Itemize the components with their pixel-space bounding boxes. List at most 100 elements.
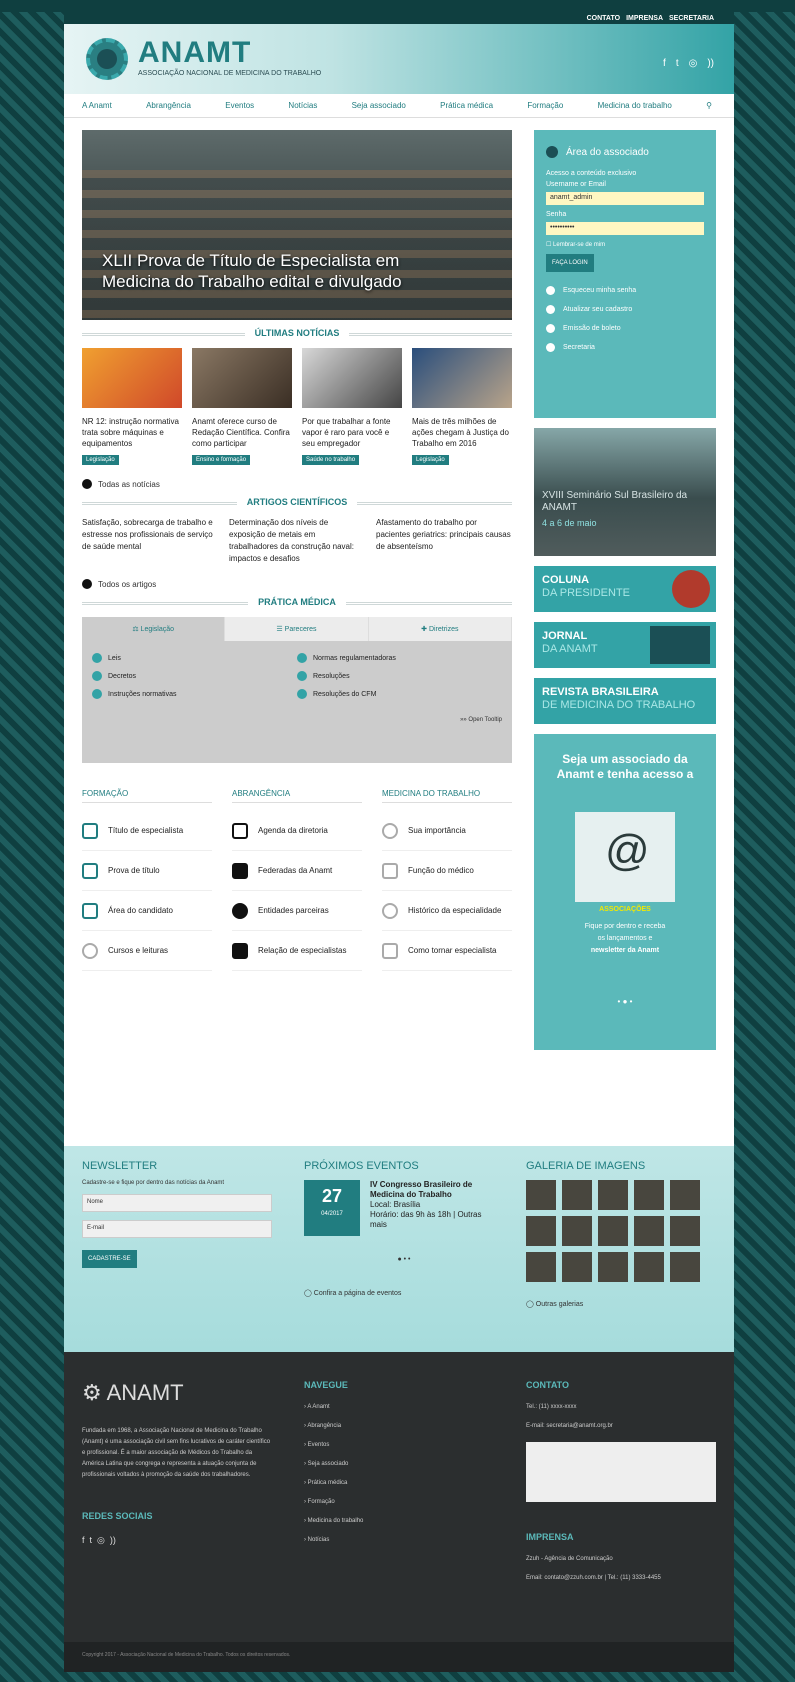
- all-news-link[interactable]: Todas as notícias: [82, 479, 512, 489]
- search-icon[interactable]: ⚲: [706, 101, 712, 110]
- news-tag[interactable]: Legislação: [412, 455, 449, 465]
- gallery-thumb[interactable]: [526, 1252, 556, 1282]
- util-imprensa-link[interactable]: IMPRENSA: [626, 15, 663, 22]
- news-image[interactable]: [412, 348, 512, 408]
- footer-link[interactable]: › Eventos: [304, 1442, 363, 1448]
- news-card[interactable]: Mais de três milhões de ações chegam à J…: [412, 348, 512, 465]
- jornal-banner[interactable]: JORNAL DA ANAMT: [534, 622, 716, 668]
- link-item[interactable]: Relação de especialistas: [232, 931, 362, 971]
- news-image[interactable]: [302, 348, 402, 408]
- login-button[interactable]: FAÇA LOGIN: [546, 254, 594, 272]
- link-item[interactable]: Prova de título: [82, 851, 212, 891]
- tab-item[interactable]: Normas regulamentadoras: [297, 653, 502, 663]
- tab-item[interactable]: Resoluções: [297, 671, 502, 681]
- news-image[interactable]: [82, 348, 182, 408]
- link-item[interactable]: Função do médico: [382, 851, 512, 891]
- gallery-thumb[interactable]: [598, 1216, 628, 1246]
- gallery-thumb[interactable]: [526, 1216, 556, 1246]
- news-tag[interactable]: Saúde no trabalho: [302, 455, 360, 465]
- news-title[interactable]: Anamt oferece curso de Redação Científic…: [192, 416, 292, 449]
- article-link[interactable]: Determinação dos níveis de exposição de …: [229, 517, 365, 565]
- link-item[interactable]: Agenda da diretoria: [232, 811, 362, 851]
- footer-link[interactable]: › Medicina do trabalho: [304, 1518, 363, 1524]
- link-item[interactable]: Área do candidato: [82, 891, 212, 931]
- nav-noticias[interactable]: Notícias: [288, 101, 317, 110]
- footer-logo[interactable]: ⚙ ANAMT: [82, 1380, 272, 1406]
- tab-item[interactable]: Resoluções do CFM: [297, 689, 502, 699]
- news-tag[interactable]: Legislação: [82, 455, 119, 465]
- footer-email-link[interactable]: E-mail: secretaria@anamt.org.br: [526, 1423, 716, 1429]
- footer-link[interactable]: › Prática médica: [304, 1480, 363, 1486]
- footer-social-icons[interactable]: f t ◎ )): [82, 1535, 272, 1546]
- gallery-thumb[interactable]: [562, 1216, 592, 1246]
- link-item[interactable]: Como tornar especialista: [382, 931, 512, 971]
- anamt-logo-icon[interactable]: [86, 38, 128, 80]
- username-input[interactable]: anamt_admin: [546, 192, 704, 205]
- footer-link[interactable]: › Abrangência: [304, 1423, 363, 1429]
- news-card[interactable]: Por que trabalhar a fonte vapor é raro p…: [302, 348, 402, 465]
- tab-diretrizes[interactable]: ✚ Diretrizes: [368, 617, 512, 641]
- news-tag[interactable]: Ensino e formação: [192, 455, 251, 465]
- rss-icon[interactable]: )): [707, 58, 714, 69]
- hero-slide[interactable]: XLII Prova de Título de Especialista em …: [82, 130, 512, 320]
- news-title[interactable]: Mais de três milhões de ações chegam à J…: [412, 416, 512, 449]
- news-card[interactable]: NR 12: instrução normativa trata sobre m…: [82, 348, 182, 465]
- nav-medicina-do-trabalho[interactable]: Medicina do trabalho: [598, 101, 672, 110]
- nav-abrangencia[interactable]: Abrangência: [146, 101, 191, 110]
- gallery-thumb[interactable]: [562, 1252, 592, 1282]
- nav-pratica-medica[interactable]: Prática médica: [440, 101, 493, 110]
- other-galleries-link[interactable]: ◯ Outras galerias: [526, 1300, 716, 1308]
- open-tooltip-link[interactable]: »» Open Tooltip: [82, 717, 512, 723]
- util-secretaria-link[interactable]: SECRETARIA: [669, 15, 714, 22]
- login-option[interactable]: Atualizar seu cadastro: [546, 305, 704, 314]
- event-info[interactable]: IV Congresso Brasileiro de Medicina do T…: [370, 1180, 500, 1230]
- gallery-thumb[interactable]: [598, 1180, 628, 1210]
- instagram-icon[interactable]: ◎: [689, 58, 698, 69]
- all-articles-link[interactable]: Todos os artigos: [82, 579, 512, 589]
- gallery-thumb[interactable]: [562, 1180, 592, 1210]
- util-contato-link[interactable]: CONTATO: [587, 15, 620, 22]
- nav-formacao[interactable]: Formação: [527, 101, 563, 110]
- location-map[interactable]: [526, 1442, 716, 1502]
- newsletter-subscribe-button[interactable]: CADASTRE-SE: [82, 1250, 137, 1268]
- link-item[interactable]: Cursos e leituras: [82, 931, 212, 971]
- gallery-thumb[interactable]: [670, 1252, 700, 1282]
- nav-seja-associado[interactable]: Seja associado: [352, 101, 406, 110]
- article-link[interactable]: Afastamento do trabalho por pacientes ge…: [376, 517, 512, 565]
- tab-item[interactable]: Leis: [92, 653, 297, 663]
- twitter-icon[interactable]: t: [676, 58, 679, 69]
- link-item[interactable]: Federadas da Anamt: [232, 851, 362, 891]
- carousel-dots[interactable]: • ● •: [546, 997, 704, 1006]
- gallery-thumb[interactable]: [670, 1216, 700, 1246]
- associate-banner[interactable]: Seja um associado da Anamt e tenha acess…: [534, 734, 716, 1050]
- link-item[interactable]: Entidades parceiras: [232, 891, 362, 931]
- remember-me-checkbox[interactable]: ☐ Lembrar-se de mim: [546, 241, 704, 248]
- coluna-banner[interactable]: COLUNA DA PRESIDENTE: [534, 566, 716, 612]
- login-option[interactable]: Emissão de boleto: [546, 324, 704, 333]
- footer-link[interactable]: › A Anamt: [304, 1404, 363, 1410]
- news-card[interactable]: Anamt oferece curso de Redação Científic…: [192, 348, 292, 465]
- newsletter-name-input[interactable]: Nome: [82, 1194, 272, 1212]
- news-title[interactable]: Por que trabalhar a fonte vapor é raro p…: [302, 416, 402, 449]
- login-option[interactable]: Esqueceu minha senha: [546, 286, 704, 295]
- gallery-thumb[interactable]: [634, 1180, 664, 1210]
- news-title[interactable]: NR 12: instrução normativa trata sobre m…: [82, 416, 182, 449]
- link-item[interactable]: Sua importância: [382, 811, 512, 851]
- gallery-thumb[interactable]: [670, 1180, 700, 1210]
- gallery-thumb[interactable]: [598, 1252, 628, 1282]
- tab-item[interactable]: Instruções normativas: [92, 689, 297, 699]
- hero-title[interactable]: XLII Prova de Título de Especialista em …: [102, 250, 462, 292]
- revista-banner[interactable]: REVISTA BRASILEIRA DE MEDICINA DO TRABALH…: [534, 678, 716, 724]
- event-dots[interactable]: ● • •: [304, 1236, 504, 1263]
- event-date[interactable]: 27 04/2017: [304, 1180, 360, 1236]
- footer-link[interactable]: › Notícias: [304, 1537, 363, 1543]
- nav-anamt[interactable]: A Anamt: [82, 101, 112, 110]
- tab-pareceres[interactable]: ☰ Pareceres: [225, 617, 369, 641]
- password-input[interactable]: ••••••••••: [546, 222, 704, 235]
- news-image[interactable]: [192, 348, 292, 408]
- link-item[interactable]: Título de especialista: [82, 811, 212, 851]
- article-link[interactable]: Satisfação, sobrecarga de trabalho e est…: [82, 517, 218, 565]
- seminar-banner[interactable]: XVIII Seminário Sul Brasileiro da ANAMT …: [534, 428, 716, 556]
- nav-eventos[interactable]: Eventos: [225, 101, 254, 110]
- footer-link[interactable]: › Seja associado: [304, 1461, 363, 1467]
